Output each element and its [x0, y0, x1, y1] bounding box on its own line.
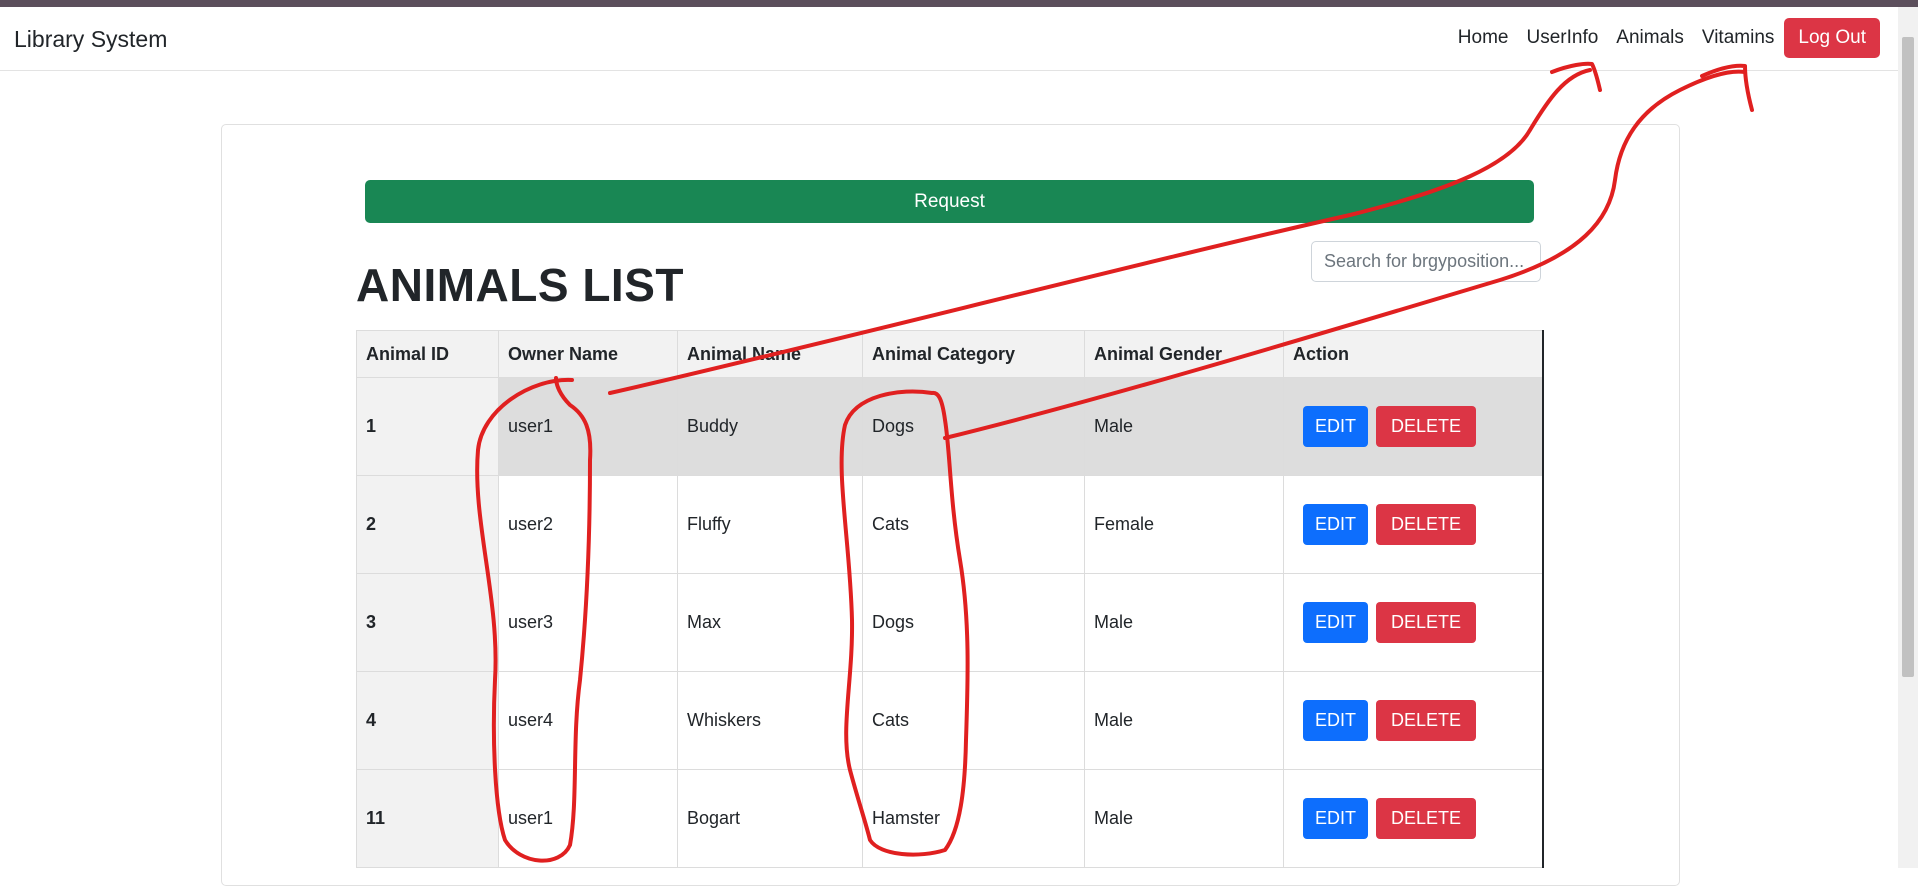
cell-owner-name: user2 [498, 475, 678, 574]
edit-button[interactable]: EDIT [1303, 406, 1369, 447]
cell-actions: EDIT DELETE [1283, 671, 1544, 770]
cell-animal-id: 3 [356, 573, 499, 672]
table-row: 11 user1 Bogart Hamster Male EDIT DELETE [356, 769, 1544, 868]
nav-link-vitamins[interactable]: Vitamins [1702, 27, 1775, 49]
nav-link-home[interactable]: Home [1458, 27, 1509, 49]
delete-button[interactable]: DELETE [1376, 700, 1477, 741]
header-animal-id: Animal ID [356, 330, 499, 378]
table-row: 1 user1 Buddy Dogs Male EDIT DELETE [356, 377, 1544, 476]
table-row: 2 user2 Fluffy Cats Female EDIT DELETE [356, 475, 1544, 574]
cell-owner-name: user3 [498, 573, 678, 672]
cell-animal-category: Dogs [862, 377, 1085, 476]
header-animal-category: Animal Category [862, 330, 1085, 378]
header-animal-name: Animal Name [677, 330, 863, 378]
search-input[interactable] [1311, 241, 1541, 282]
cell-owner-name: user1 [498, 377, 678, 476]
page-scrollbar[interactable] [1898, 7, 1918, 868]
cell-actions: EDIT DELETE [1283, 769, 1544, 868]
request-button[interactable]: Request [365, 180, 1534, 223]
cell-animal-id: 2 [356, 475, 499, 574]
browser-top-strip [0, 0, 1918, 7]
cell-animal-gender: Male [1084, 671, 1284, 770]
cell-animal-name: Whiskers [677, 671, 863, 770]
nav-links: Home UserInfo Animals Vitamins Log Out [1440, 18, 1880, 58]
cell-animal-gender: Female [1084, 475, 1284, 574]
page-title: ANIMALS LIST [356, 259, 684, 311]
header-owner-name: Owner Name [498, 330, 678, 378]
cell-animal-category: Cats [862, 475, 1085, 574]
table-row: 4 user4 Whiskers Cats Male EDIT DELETE [356, 671, 1544, 770]
navbar: Library System Home UserInfo Animals Vit… [0, 7, 1898, 71]
table-header-row: Animal ID Owner Name Animal Name Animal … [356, 330, 1544, 378]
delete-button[interactable]: DELETE [1376, 798, 1477, 839]
table-row: 3 user3 Max Dogs Male EDIT DELETE [356, 573, 1544, 672]
edit-button[interactable]: EDIT [1303, 700, 1369, 741]
cell-animal-id: 1 [356, 377, 499, 476]
annotation-arrowhead-vitamins [1700, 63, 1754, 112]
header-action: Action [1283, 330, 1544, 378]
cell-animal-name: Fluffy [677, 475, 863, 574]
cell-animal-gender: Male [1084, 377, 1284, 476]
cell-owner-name: user1 [498, 769, 678, 868]
cell-animal-name: Bogart [677, 769, 863, 868]
scrollbar-thumb[interactable] [1902, 37, 1914, 677]
delete-button[interactable]: DELETE [1376, 602, 1477, 643]
cell-animal-gender: Male [1084, 573, 1284, 672]
cell-animal-category: Dogs [862, 573, 1085, 672]
cell-owner-name: user4 [498, 671, 678, 770]
cell-animal-id: 4 [356, 671, 499, 770]
cell-animal-gender: Male [1084, 769, 1284, 868]
cell-actions: EDIT DELETE [1283, 377, 1544, 476]
cell-actions: EDIT DELETE [1283, 475, 1544, 574]
brand-title[interactable]: Library System [14, 26, 167, 53]
nav-link-animals[interactable]: Animals [1616, 27, 1684, 49]
cell-animal-category: Hamster [862, 769, 1085, 868]
cell-actions: EDIT DELETE [1283, 573, 1544, 672]
edit-button[interactable]: EDIT [1303, 602, 1369, 643]
edit-button[interactable]: EDIT [1303, 504, 1369, 545]
logout-button[interactable]: Log Out [1784, 18, 1880, 58]
animals-table: Animal ID Owner Name Animal Name Animal … [356, 330, 1544, 868]
delete-button[interactable]: DELETE [1376, 504, 1477, 545]
delete-button[interactable]: DELETE [1376, 406, 1477, 447]
cell-animal-id: 11 [356, 769, 499, 868]
cell-animal-category: Cats [862, 671, 1085, 770]
header-animal-gender: Animal Gender [1084, 330, 1284, 378]
cell-animal-name: Buddy [677, 377, 863, 476]
nav-link-userinfo[interactable]: UserInfo [1526, 27, 1598, 49]
cell-animal-name: Max [677, 573, 863, 672]
edit-button[interactable]: EDIT [1303, 798, 1369, 839]
